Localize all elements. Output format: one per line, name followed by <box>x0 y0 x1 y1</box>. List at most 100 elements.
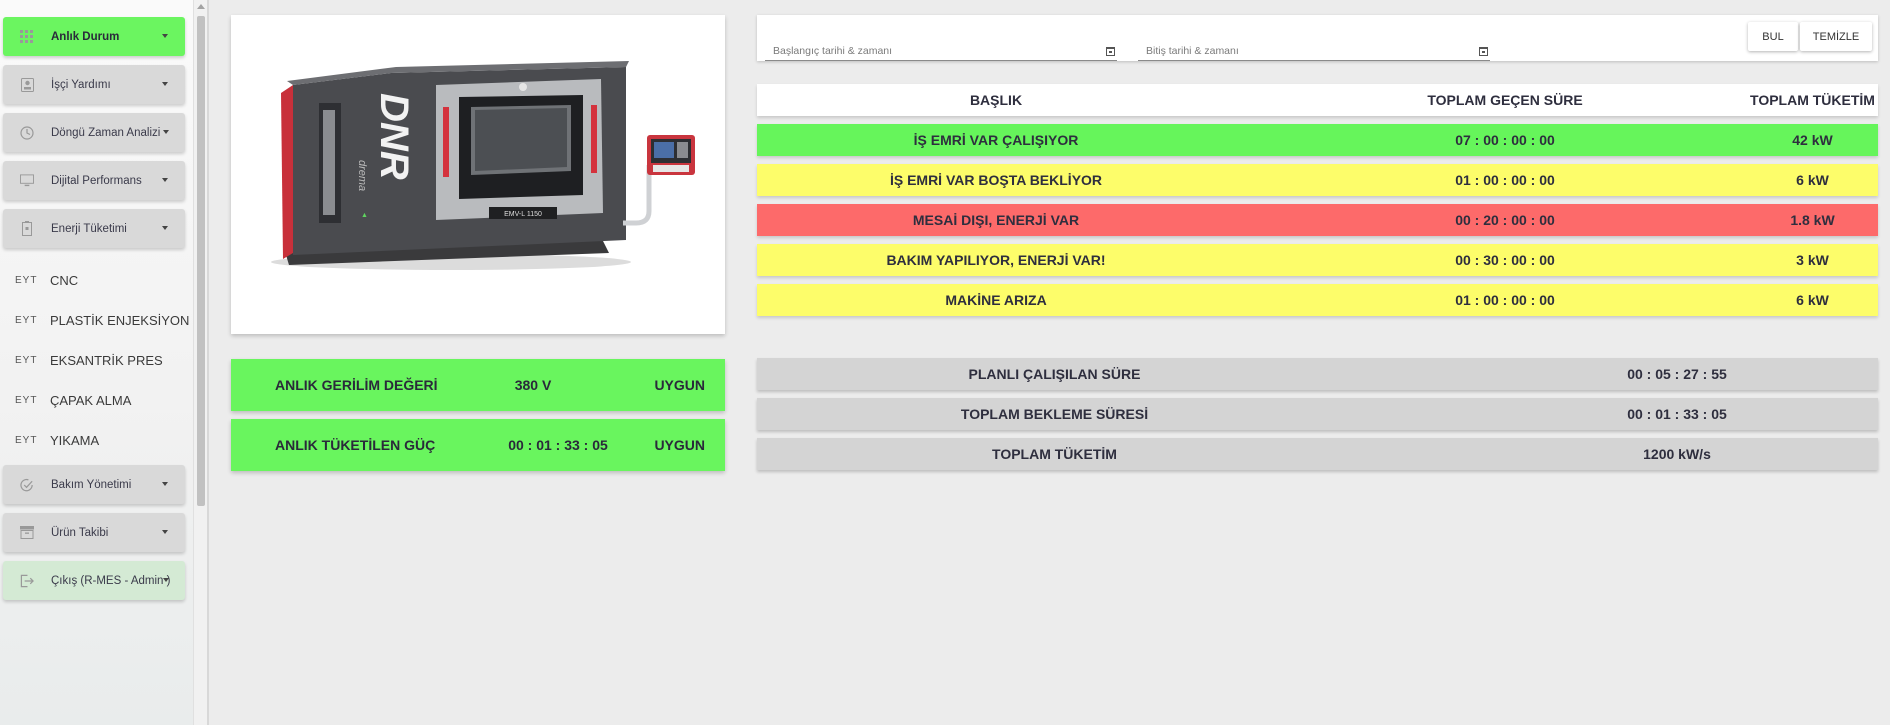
sub-item-label: YIKAMA <box>50 432 100 448</box>
menu-label: Bakım Yönetimi <box>51 478 132 491</box>
summary-toplam-tuketim: TOPLAM TÜKETİM 1200 kW/s <box>757 438 1878 470</box>
header-toplam-tuketim: TOPLAM TÜKETİM <box>1750 92 1875 108</box>
table-row: BAKIM YAPILIYOR, ENERJİ VAR! 00 : 30 : 0… <box>757 244 1878 276</box>
clock-icon <box>20 125 34 140</box>
table-row: İŞ EMRİ VAR BOŞTA BEKLİYOR 01 : 00 : 00 … <box>757 164 1878 196</box>
summary-value: 00 : 01 : 33 : 05 <box>1627 406 1727 422</box>
grid-icon <box>20 29 34 44</box>
sub-item-code: EYT <box>15 394 38 406</box>
row-consumption: 42 kW <box>1792 132 1833 148</box>
table-header: BAŞLIK TOPLAM GEÇEN SÜRE TOPLAM TÜKETİM <box>757 84 1878 116</box>
chevron-down-icon <box>162 482 168 486</box>
svg-text:DNR: DNR <box>372 93 416 180</box>
row-title: BAKIM YAPILIYOR, ENERJİ VAR! <box>886 252 1106 268</box>
clear-button[interactable]: TEMİZLE <box>1800 22 1872 51</box>
row-title: İŞ EMRİ VAR BOŞTA BEKLİYOR <box>889 172 1103 188</box>
menu-dongu-zaman-analizi[interactable]: Döngü Zaman Analizi <box>3 113 185 152</box>
row-consumption: 3 kW <box>1796 252 1829 268</box>
date-filter-bar: Başlangıç tarihi & zamanı Bitiş tarihi &… <box>757 15 1878 61</box>
row-title: MAKİNE ARIZA <box>945 292 1047 308</box>
status-box-guc: ANLIK TÜKETİLEN GÜÇ 00 : 01 : 33 : 05 UY… <box>231 419 725 471</box>
archive-icon <box>20 526 34 540</box>
menu-isci-yardimi[interactable]: İşçi Yardımı <box>3 65 185 104</box>
badge-icon <box>20 77 34 92</box>
sub-item-cnc[interactable]: EYT CNC <box>0 265 193 295</box>
summary-label: TOPLAM TÜKETİM <box>992 446 1117 462</box>
menu-label: Anlık Durum <box>51 30 120 43</box>
start-date-placeholder: Başlangıç tarihi & zamanı <box>773 45 893 57</box>
menu-anlik-durum[interactable]: Anlık Durum <box>3 17 185 56</box>
cnc-machine-illustration: EMV-L 1150 DNR drema ▲ <box>271 61 695 270</box>
row-title: MESAİ DIŞI, ENERJİ VAR <box>912 212 1080 228</box>
row-consumption: 1.8 kW <box>1790 212 1835 228</box>
menu-label: Döngü Zaman Analizi <box>51 126 161 139</box>
status-box-gerilim: ANLIK GERİLİM DEĞERİ 380 V UYGUN <box>231 359 725 411</box>
summary-label: PLANLI ÇALIŞILAN SÜRE <box>968 366 1141 382</box>
battery-icon <box>20 221 34 236</box>
end-date-field[interactable]: Bitiş tarihi & zamanı <box>1138 45 1490 61</box>
menu-label: Ürün Takibi <box>51 526 109 539</box>
monitor-icon <box>20 174 34 188</box>
summary-planli-calisilan-sure: PLANLI ÇALIŞILAN SÜRE 00 : 05 : 27 : 55 <box>757 358 1878 390</box>
sub-item-yikama[interactable]: EYT YIKAMA <box>0 425 193 455</box>
status-state: UYGUN <box>654 377 705 393</box>
find-button[interactable]: BUL <box>1748 22 1798 51</box>
scrollbar-thumb[interactable] <box>197 16 205 506</box>
machine-image-card: EMV-L 1150 DNR drema ▲ <box>231 15 725 334</box>
sub-item-label: ÇAPAK ALMA <box>50 392 132 408</box>
summary-label: TOPLAM BEKLEME SÜRESİ <box>960 406 1149 422</box>
menu-label: Enerji Tüketimi <box>51 222 127 235</box>
row-duration: 07 : 00 : 00 : 00 <box>1455 132 1555 148</box>
sub-item-code: EYT <box>15 274 38 286</box>
sidebar-scrollbar[interactable] <box>193 0 207 725</box>
menu-label: Çıkış (R-MES - Admin ) <box>51 574 171 587</box>
menu-dijital-performans[interactable]: Dijital Performans <box>3 161 185 200</box>
calendar-icon[interactable] <box>1479 47 1488 56</box>
menu-label: Dijital Performans <box>51 174 142 187</box>
chevron-down-icon <box>162 226 168 230</box>
sub-item-code: EYT <box>15 314 38 326</box>
end-date-placeholder: Bitiş tarihi & zamanı <box>1146 45 1239 57</box>
status-label: ANLIK GERİLİM DEĞERİ <box>275 377 438 393</box>
sub-item-code: EYT <box>15 354 38 366</box>
menu-cikis[interactable]: Çıkış (R-MES - Admin ) <box>3 561 185 600</box>
chevron-down-icon <box>163 578 169 582</box>
svg-text:▲: ▲ <box>361 212 368 219</box>
check-gauge-icon <box>20 478 34 492</box>
sub-item-code: EYT <box>15 434 38 446</box>
row-consumption: 6 kW <box>1796 292 1829 308</box>
status-state: UYGUN <box>654 437 705 453</box>
chevron-down-icon <box>162 530 168 534</box>
sub-item-label: EKSANTRİK PRES <box>50 352 163 368</box>
svg-text:drema: drema <box>356 160 368 191</box>
header-toplam-gecen-sure: TOPLAM GEÇEN SÜRE <box>1427 92 1583 108</box>
status-value: 00 : 01 : 33 : 05 <box>508 437 608 453</box>
summary-value: 00 : 05 : 27 : 55 <box>1627 366 1727 382</box>
chevron-down-icon <box>162 178 168 182</box>
scroll-up-icon[interactable] <box>197 4 205 9</box>
row-consumption: 6 kW <box>1796 172 1829 188</box>
calendar-icon[interactable] <box>1106 47 1115 56</box>
chevron-down-icon <box>162 82 168 86</box>
sub-item-capak-alma[interactable]: EYT ÇAPAK ALMA <box>0 385 193 415</box>
sidebar-divider <box>207 0 209 725</box>
sub-item-eksantrik-pres[interactable]: EYT EKSANTRİK PRES <box>0 345 193 375</box>
sidebar: Anlık Durum İşçi Yardımı Döngü Zaman Ana… <box>0 0 193 725</box>
menu-label: İşçi Yardımı <box>51 78 111 91</box>
row-duration: 01 : 00 : 00 : 00 <box>1455 172 1555 188</box>
start-date-field[interactable]: Başlangıç tarihi & zamanı <box>765 45 1117 61</box>
menu-bakim-yonetimi[interactable]: Bakım Yönetimi <box>3 465 185 504</box>
chevron-down-icon <box>162 34 168 38</box>
summary-toplam-bekleme-suresi: TOPLAM BEKLEME SÜRESİ 00 : 01 : 33 : 05 <box>757 398 1878 430</box>
row-duration: 01 : 00 : 00 : 00 <box>1455 292 1555 308</box>
menu-enerji-tuketimi[interactable]: Enerji Tüketimi <box>3 209 185 248</box>
sub-item-label: PLASTİK ENJEKSİYON <box>50 312 190 328</box>
table-row: MAKİNE ARIZA 01 : 00 : 00 : 00 6 kW <box>757 284 1878 316</box>
logout-icon <box>20 574 34 588</box>
row-title: İŞ EMRİ VAR ÇALIŞIYOR <box>913 132 1079 148</box>
menu-urun-takibi[interactable]: Ürün Takibi <box>3 513 185 552</box>
status-value: 380 V <box>514 377 552 393</box>
chevron-down-icon <box>163 130 169 134</box>
header-baslik: BAŞLIK <box>969 92 1023 108</box>
sub-item-plastik-enjeksiyon[interactable]: EYT PLASTİK ENJEKSİYON <box>0 305 193 335</box>
